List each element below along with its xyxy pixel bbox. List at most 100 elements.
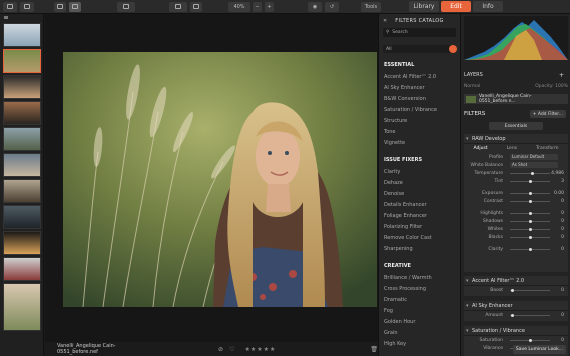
file-name: Vanelli_Angelique Cain-0551_before.nef	[57, 343, 116, 355]
filmstrip-thumbnail[interactable]	[3, 23, 41, 47]
filmstrip-thumbnail[interactable]	[3, 75, 41, 99]
catalog-filter-item[interactable]: Denoise	[379, 188, 460, 199]
add-filter-button[interactable]: + Add Filter...	[529, 110, 566, 118]
catalog-filter-item[interactable]: Sharpening	[379, 243, 460, 254]
catalog-filter-item[interactable]: Brilliance / Warmth	[379, 272, 460, 283]
raw-develop-title[interactable]: RAW Develop	[464, 134, 568, 144]
catalog-filter-item[interactable]: Golden Hour	[379, 316, 460, 327]
catalog-filter-item[interactable]: Structure	[379, 115, 460, 126]
tab-lens[interactable]: Lens	[507, 146, 517, 151]
slider-knob[interactable]	[510, 289, 514, 292]
reject-icon[interactable]: ⊘	[218, 346, 223, 353]
preview-button[interactable]: ◉	[308, 1, 322, 12]
import-icon	[7, 4, 13, 9]
ai-sky-title[interactable]: AI Sky Enhancer	[464, 301, 568, 311]
slider-knob[interactable]	[528, 248, 532, 251]
history-button[interactable]: ↺	[325, 1, 339, 12]
slider-knob[interactable]	[528, 228, 532, 231]
slider-row: Temperature 4,986	[464, 169, 568, 177]
catalog-filter-item[interactable]: Remove Color Cast	[379, 232, 460, 243]
catalog-search[interactable]: ⚲ Search	[383, 28, 456, 37]
zoom-field[interactable]: 40%	[228, 1, 250, 12]
catalog-filter-item[interactable]: Foliage Enhancer	[379, 210, 460, 221]
filmstrip-thumbnail[interactable]	[3, 205, 41, 229]
catalog-filter-item[interactable]: Clarity	[379, 166, 460, 177]
import-button[interactable]	[3, 1, 17, 12]
catalog-filter-item[interactable]: Cross Processing	[379, 283, 460, 294]
filmstrip-thumbnail[interactable]	[3, 101, 41, 125]
slider-knob[interactable]	[530, 172, 534, 175]
catalog-filter-item[interactable]: B&W Conversion	[379, 93, 460, 104]
slider-knob[interactable]	[529, 180, 533, 183]
tools-button[interactable]: Tools	[361, 1, 381, 12]
filmstrip-thumbnail[interactable]	[3, 283, 41, 331]
slider-knob[interactable]	[528, 212, 532, 215]
filmstrip-thumbnail[interactable]	[3, 49, 41, 73]
export-button[interactable]	[20, 1, 34, 12]
slider-knob[interactable]	[528, 236, 532, 239]
catalog-filter-item[interactable]: Polarizing Filter	[379, 221, 460, 232]
tab-library[interactable]: Library	[409, 1, 439, 12]
grid-view-button[interactable]	[54, 1, 66, 12]
catalog-filter-item[interactable]: Accent AI Filter™ 2.0	[379, 71, 460, 82]
catalog-filter-item[interactable]: Fog	[379, 305, 460, 316]
tab-edit[interactable]: Edit	[441, 1, 471, 12]
compare-button[interactable]	[169, 1, 187, 12]
layer-item[interactable]: Vanelli_Angelique Cain-0551_before.n...	[464, 94, 568, 104]
catalog-filter-item[interactable]: Grain	[379, 327, 460, 338]
zoom-in-button[interactable]: +	[265, 1, 274, 12]
filmstrip-thumbnail[interactable]	[3, 153, 41, 177]
catalog-filter-item[interactable]: Saturation / Vibrance	[379, 104, 460, 115]
catalog-filter-item[interactable]: Dehaze	[379, 177, 460, 188]
filmstrip-thumbnail[interactable]	[3, 179, 41, 203]
tab-info[interactable]: Info	[473, 1, 503, 12]
tab-transform[interactable]: Transform	[536, 146, 558, 151]
saturation-title[interactable]: Saturation / Vibrance	[464, 326, 568, 336]
single-view-button[interactable]	[69, 1, 81, 12]
favorites-icon[interactable]	[449, 45, 457, 53]
zoom-out-button[interactable]: −	[253, 1, 262, 12]
slider-label: Whites	[487, 226, 503, 232]
heart-icon[interactable]: ♡	[229, 346, 234, 353]
catalog-filter-item[interactable]: High Key	[379, 338, 460, 349]
accent-ai-title[interactable]: Accent AI Filter™ 2.0	[464, 276, 568, 286]
workspace-select[interactable]: Essentials	[489, 122, 543, 130]
filmstrip-thumbnail[interactable]	[3, 231, 41, 255]
crop-button[interactable]	[190, 1, 202, 12]
slider-value: 0	[561, 234, 564, 240]
slider-knob[interactable]	[528, 339, 532, 342]
slider-label: Boost	[490, 287, 503, 293]
star-rating-icon[interactable]: ★★★★★	[244, 346, 276, 353]
catalog-filter-item[interactable]: Details Enhancer	[379, 199, 460, 210]
opacity-field[interactable]: Opacity: 100%	[535, 84, 568, 89]
slider-value: 0	[561, 246, 564, 252]
trash-icon[interactable]: 🗑	[370, 346, 378, 353]
slider-label: Vibrance	[483, 345, 503, 351]
catalog-sections: ESSENTIAL Accent AI Filter™ 2.0 AI Sky Enh…	[379, 62, 460, 349]
sort-button[interactable]	[117, 1, 135, 12]
slider-track[interactable]	[510, 315, 550, 316]
image-canvas[interactable]	[45, 14, 378, 342]
edited-photo[interactable]	[63, 52, 377, 307]
catalog-filter-item[interactable]: AI Sky Enhancer	[379, 82, 460, 93]
slider-value: 0	[561, 218, 564, 224]
slider-knob[interactable]	[528, 200, 532, 203]
filmstrip-thumbnail[interactable]	[3, 257, 41, 281]
catalog-filter-item[interactable]: Tone	[379, 126, 460, 137]
tab-adjust[interactable]: Adjust	[474, 146, 488, 151]
slider-knob[interactable]	[528, 220, 532, 223]
slider-knob[interactable]	[510, 314, 514, 317]
catalog-category-select[interactable]: All	[383, 45, 457, 53]
filmstrip-thumbnail[interactable]	[3, 127, 41, 151]
white-balance-select[interactable]: As Shot	[510, 162, 558, 168]
blend-mode-select[interactable]: Normal	[464, 84, 480, 89]
catalog-filter-item[interactable]: Vignette	[379, 137, 460, 148]
profile-select[interactable]: Luminar Default	[510, 154, 558, 160]
slider-knob[interactable]	[528, 192, 532, 195]
close-icon[interactable]: ✕	[383, 18, 388, 24]
save-look-button[interactable]: Save Luminar Look...	[512, 345, 566, 354]
slider-track[interactable]	[510, 290, 550, 291]
add-layer-icon[interactable]: +	[559, 72, 564, 79]
catalog-filter-item[interactable]: Dramatic	[379, 294, 460, 305]
catalog-header: ✕ FILTERS CATALOG	[379, 14, 460, 28]
